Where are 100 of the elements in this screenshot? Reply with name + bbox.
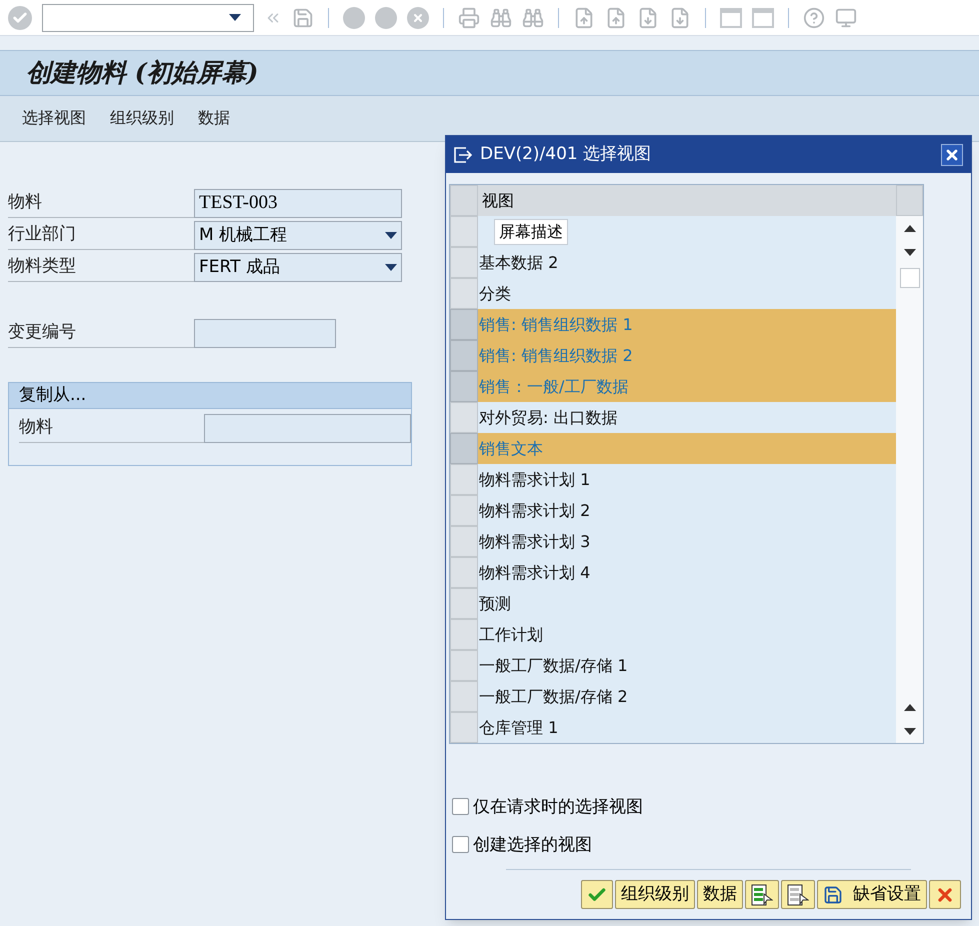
confirm-button[interactable] [581, 880, 613, 909]
table-row[interactable]: 一般工厂数据/存储 2 [478, 681, 896, 712]
row-selector[interactable] [450, 402, 478, 433]
menu-button[interactable]: 选择视图 [22, 106, 86, 130]
close-button[interactable] [941, 144, 963, 166]
toolbar-button[interactable]: 数据 [697, 880, 743, 909]
checkbox[interactable] [452, 836, 469, 853]
input-field[interactable] [194, 319, 336, 348]
checkbox-label: 仅在请求时的选择视图 [473, 796, 643, 818]
screen-title: 创建物料 (初始屏幕) [26, 57, 258, 90]
save-icon [823, 884, 843, 904]
row-label: 对外贸易: 出口数据 [479, 406, 618, 428]
row-selector[interactable] [450, 681, 478, 712]
table-row[interactable]: 对外贸易: 出口数据 [478, 402, 896, 433]
row-selector[interactable] [450, 650, 478, 681]
row-label: 销售: 销售组织数据 1 [479, 314, 633, 336]
deselect-all-button[interactable] [781, 880, 815, 909]
table-row[interactable]: 预测 [478, 588, 896, 619]
row-selector[interactable] [450, 278, 478, 309]
row-label: 销售文本 [479, 438, 543, 460]
row-selector[interactable] [450, 526, 478, 557]
row-selector[interactable] [450, 309, 478, 340]
row-selector[interactable] [450, 216, 478, 247]
row-label: 销售：一般/工厂数据 [479, 376, 628, 398]
dropdown-arrow-icon [385, 232, 397, 239]
row-label: 一般工厂数据/存储 1 [479, 654, 628, 676]
row-selector[interactable] [450, 712, 478, 743]
field-label: 行业部门 [8, 222, 76, 246]
window-icon[interactable] [752, 8, 774, 28]
scrollbar[interactable] [896, 185, 923, 743]
cancel-button[interactable] [929, 880, 961, 909]
close-icon [944, 146, 960, 162]
row-selector[interactable] [450, 247, 478, 278]
tooltip: 屏幕描述 [494, 219, 568, 245]
dropdown-field[interactable]: M 机械工程 [194, 221, 402, 250]
group-title: 复制从... [19, 384, 86, 407]
field-label: 变更编号 [8, 320, 76, 344]
checkbox[interactable] [452, 798, 469, 816]
column-header: 视图 [478, 185, 896, 216]
table-row[interactable]: 工作计划 [478, 619, 896, 650]
row-selector[interactable] [450, 619, 478, 650]
row-label: 基本数据 2 [479, 252, 558, 274]
input-field[interactable] [204, 414, 411, 443]
row-selector[interactable] [450, 433, 478, 464]
list-select-icon [751, 884, 773, 906]
scroll-down-icon[interactable] [904, 248, 916, 256]
command-field[interactable] [42, 4, 254, 32]
list-deselect-icon [787, 884, 809, 906]
row-selector[interactable] [450, 340, 478, 371]
checkbox-label: 创建选择的视图 [473, 834, 592, 856]
dialog-title: DEV(2)/401 选择视图 [480, 142, 652, 166]
table-row[interactable]: 一般工厂数据/存储 1 [478, 650, 896, 681]
row-label: 销售: 销售组织数据 2 [479, 344, 633, 366]
monitor-icon[interactable] [835, 6, 857, 28]
row-label: 一般工厂数据/存储 2 [479, 686, 628, 708]
dropdown-arrow-icon [229, 14, 241, 21]
dropdown-arrow-icon [385, 264, 397, 271]
menu-button[interactable]: 数据 [198, 106, 230, 130]
row-selector[interactable] [450, 557, 478, 588]
scroll-thumb[interactable] [900, 268, 920, 288]
row-label: 预测 [479, 592, 511, 614]
toolbar-button[interactable]: 组织级别 [615, 880, 695, 909]
find-icon[interactable] [490, 6, 512, 28]
table-row[interactable]: 仓库管理 1 [478, 712, 896, 743]
default-settings-button[interactable]: 缺省设置 [817, 880, 927, 909]
scroll-down-icon[interactable] [904, 728, 916, 734]
row-selector[interactable] [450, 588, 478, 619]
confirm-icon[interactable] [8, 6, 32, 30]
field-label: 物料 [19, 416, 53, 439]
row-label: 仓库管理 1 [479, 716, 558, 738]
field-label: 物料 [8, 190, 42, 214]
table-row[interactable]: 物料需求计划 2 [478, 495, 896, 526]
table-row[interactable]: 物料需求计划 4 [478, 557, 896, 588]
column-settings-cell[interactable] [896, 185, 923, 216]
scroll-up-icon[interactable] [904, 704, 916, 710]
row-label: 工作计划 [479, 624, 543, 646]
select-all-button[interactable] [745, 880, 779, 909]
row-selector[interactable] [450, 464, 478, 495]
input-field[interactable]: TEST-003 [194, 189, 402, 218]
select-all-cell[interactable] [450, 185, 478, 216]
window-icon[interactable] [720, 8, 742, 28]
table-row[interactable]: 物料需求计划 3 [478, 526, 896, 557]
field-label: 物料类型 [8, 254, 76, 278]
row-selector[interactable] [450, 495, 478, 526]
row-label: 物料需求计划 4 [479, 562, 590, 584]
save-icon[interactable] [292, 6, 314, 28]
find-next-icon[interactable] [522, 6, 544, 28]
row-label: 物料需求计划 2 [479, 500, 590, 522]
print-icon[interactable] [458, 6, 480, 28]
row-label: 物料需求计划 3 [479, 530, 590, 552]
table-row[interactable]: 基本数据 2 [478, 247, 896, 278]
table-row[interactable]: 物料需求计划 1 [478, 464, 896, 495]
menu-button[interactable]: 组织级别 [110, 106, 174, 130]
row-selector[interactable] [450, 371, 478, 402]
dropdown-field[interactable]: FERT 成品 [194, 253, 402, 282]
table-row[interactable]: 分类 [478, 278, 896, 309]
help-icon[interactable] [803, 6, 825, 28]
row-label: 分类 [479, 282, 511, 304]
row-label: 物料需求计划 1 [479, 468, 590, 490]
scroll-up-icon[interactable] [904, 224, 916, 232]
